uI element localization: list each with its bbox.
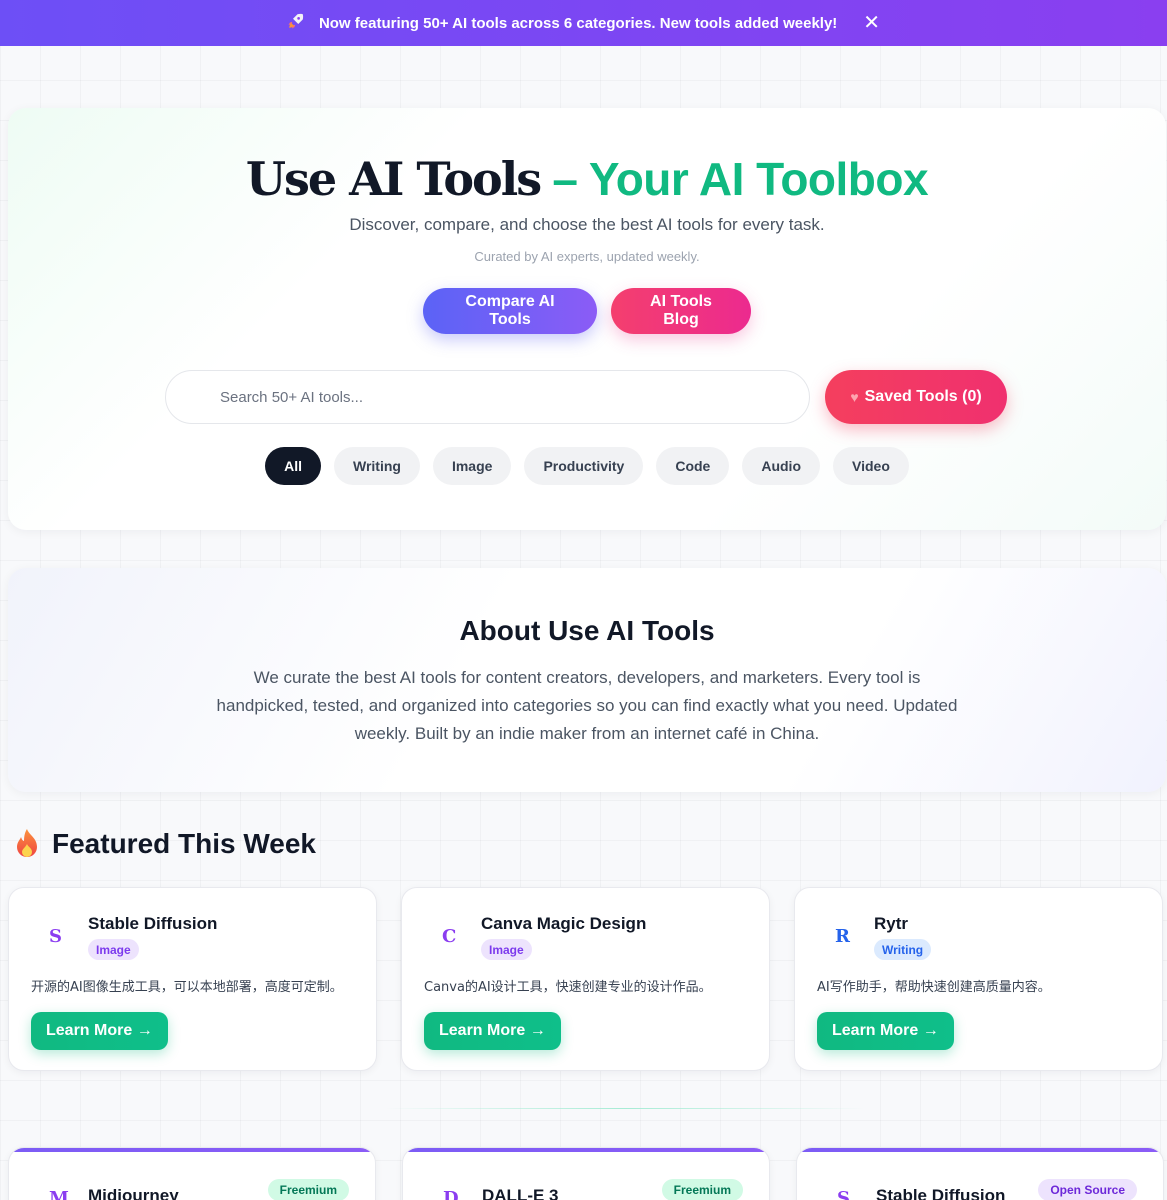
- about-title: About Use AI Tools: [459, 615, 715, 646]
- category-video[interactable]: Video: [833, 447, 909, 485]
- category-badge: Image: [88, 939, 139, 960]
- tool-logo: S: [49, 926, 62, 947]
- featured-header: Featured This Week: [14, 828, 316, 860]
- tool-logo: S: [837, 1188, 850, 1200]
- tool-logo: M: [49, 1188, 69, 1200]
- tool-description: Canva的AI设计工具，快速创建专业的设计作品。: [424, 980, 712, 995]
- pricing-badge: Freemium: [661, 1179, 743, 1200]
- category-image[interactable]: Image: [432, 447, 512, 485]
- about-section: About Use AI Tools We curate the best AI…: [8, 568, 1166, 792]
- brand-name: Use AI Tools: [245, 152, 542, 206]
- hero-section: Use AI Tools – Your AI Toolbox Discover,…: [8, 108, 1166, 530]
- category-all[interactable]: All: [265, 447, 321, 485]
- section-divider: [385, 1108, 865, 1109]
- tool-card[interactable]: S Stable Diffusion Open Source: [796, 1147, 1164, 1200]
- tool-name: DALL-E 3: [482, 1186, 559, 1200]
- hero-note: Curated by AI experts, updated weekly.: [474, 249, 700, 264]
- featured-card[interactable]: S Stable Diffusion Image 开源的AI图像生成工具，可以本地部署…: [8, 887, 377, 1071]
- pricing-badge: Open Source: [1038, 1179, 1137, 1200]
- learn-more-button[interactable]: Learn More →: [424, 1012, 561, 1050]
- saved-tools-label: Saved Tools (0): [864, 388, 982, 405]
- category-productivity[interactable]: Productivity: [524, 447, 644, 485]
- tool-card[interactable]: M Midjourney Freemium: [8, 1147, 376, 1200]
- tool-logo: R: [835, 926, 850, 947]
- search-row: ♥ Saved Tools (0): [165, 370, 1007, 424]
- pricing-badge: Freemium: [267, 1179, 349, 1200]
- learn-more-button[interactable]: Learn More →: [817, 1012, 954, 1050]
- tool-name: Rytr: [874, 914, 909, 933]
- compare-tools-button[interactable]: Compare AI Tools: [423, 288, 597, 334]
- category-badge: Image: [481, 939, 532, 960]
- tool-card[interactable]: D DALL-E 3 Freemium: [402, 1147, 770, 1200]
- saved-tools-button[interactable]: ♥ Saved Tools (0): [825, 370, 1007, 424]
- category-code[interactable]: Code: [656, 447, 730, 485]
- featured-card[interactable]: C Canva Magic Design Image Canva的AI设计工具，快速创…: [401, 887, 770, 1071]
- tagline: Your AI Toolbox: [588, 153, 929, 205]
- banner-text: Now featuring 50+ AI tools across 6 cate…: [318, 14, 838, 32]
- title-dash: –: [540, 153, 589, 205]
- tool-logo: D: [443, 1188, 459, 1200]
- close-icon[interactable]: ✕: [863, 13, 880, 33]
- page-title: Use AI Tools – Your AI Toolbox: [8, 152, 1166, 206]
- tool-logo: C: [442, 926, 457, 947]
- search-input[interactable]: [165, 370, 810, 424]
- rocket-icon: [287, 12, 305, 35]
- category-writing[interactable]: Writing: [334, 447, 420, 485]
- tool-name: Canva Magic Design: [481, 914, 647, 933]
- tool-name: Midjourney: [88, 1186, 179, 1200]
- learn-more-button[interactable]: Learn More →: [31, 1012, 168, 1050]
- tool-description: AI写作助手，帮助快速创建高质量内容。: [817, 980, 1051, 995]
- hero-actions: Compare AI Tools AI Tools Blog: [8, 288, 1166, 334]
- about-text: We curate the best AI tools for content …: [216, 668, 958, 743]
- announcement-banner: Now featuring 50+ AI tools across 6 cate…: [0, 0, 1167, 46]
- heart-icon: ♥: [850, 389, 859, 405]
- hero-subtitle: Discover, compare, and choose the best A…: [349, 215, 825, 234]
- category-audio[interactable]: Audio: [742, 447, 820, 485]
- blog-button[interactable]: AI Tools Blog: [611, 288, 751, 334]
- category-filter: All Writing Image Productivity Code Audio Vide…: [8, 447, 1166, 485]
- category-badge: Writing: [874, 939, 932, 960]
- tool-description: 开源的AI图像生成工具，可以本地部署，高度可定制。: [31, 980, 343, 995]
- featured-card[interactable]: R Rytr Writing AI写作助手，帮助快速创建高质量内容。 Learn Mor…: [794, 887, 1163, 1071]
- tool-name: Stable Diffusion: [88, 914, 218, 933]
- tool-name: Stable Diffusion: [876, 1186, 1006, 1200]
- featured-title: Featured This Week: [52, 828, 317, 859]
- fire-icon: [17, 829, 37, 857]
